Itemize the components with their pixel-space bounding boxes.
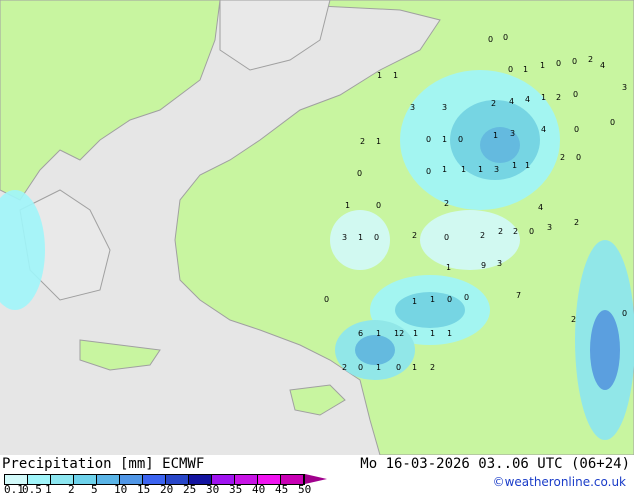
precip-value-label: 1 — [393, 71, 398, 80]
precip-value-label: 1 — [447, 329, 452, 338]
precip-value-label: 3 — [510, 129, 515, 138]
credit-link[interactable]: ©weatheronline.co.uk — [493, 475, 626, 489]
precip-value-label: 1 — [523, 65, 528, 74]
precip-value-label: 0 — [396, 363, 401, 372]
precip-value-label: 0 — [458, 135, 463, 144]
precip-value-label: 9 — [481, 261, 486, 270]
precip-value-label: 0 — [324, 295, 329, 304]
precip-value-label: 0 — [376, 201, 381, 210]
precip-value-label: 1 — [430, 295, 435, 304]
precip-value-label: 7 — [516, 291, 521, 300]
precip-value-label: 0 — [426, 135, 431, 144]
precip-value-label: 6 — [358, 329, 363, 338]
precip-value-label: 3 — [442, 103, 447, 112]
precip-value-label: 0 — [357, 169, 362, 178]
precip-value-label: 1 — [430, 329, 435, 338]
precip-value-label: 4 — [509, 97, 514, 106]
precip-value-label: 2 — [560, 153, 565, 162]
precip-value-label: 3 — [622, 83, 627, 92]
precip-value-label: 1 — [376, 329, 381, 338]
precip-value-label: 0 — [426, 167, 431, 176]
precip-value-label: 0 — [556, 59, 561, 68]
precip-value-label: 2 — [556, 93, 561, 102]
precip-value-label: 2 — [491, 99, 496, 108]
precip-value-label: 1 — [525, 161, 530, 170]
footer: Precipitation [mm] ECMWF Mo 16-03-2026 0… — [0, 455, 634, 496]
precip-value-label: 2 — [360, 137, 365, 146]
precip-value-label: 1 — [493, 131, 498, 140]
precip-value-label: 2 — [444, 199, 449, 208]
precip-value-label: 1 — [461, 165, 466, 174]
precip-value-label: 0 — [444, 233, 449, 242]
precip-value-label: 2 — [412, 231, 417, 240]
precip-value-label: 12 — [394, 329, 404, 338]
precip-value-label: 1 — [413, 329, 418, 338]
precip-value-label: 2 — [513, 227, 518, 236]
precip-value-label: 3 — [547, 223, 552, 232]
valid-time: Mo 16-03-2026 03..06 UTC (06+24) — [360, 456, 630, 472]
precip-value-label: 4 — [525, 95, 530, 104]
precip-value-label: 0 — [573, 90, 578, 99]
precip-value-label: 3 — [342, 233, 347, 242]
map-title: Precipitation [mm] ECMWF — [2, 456, 205, 472]
precip-value-label: 1 — [412, 297, 417, 306]
precip-value-label: 2 — [498, 227, 503, 236]
precip-value-label: 1 — [512, 161, 517, 170]
precip-value-label: 1 — [376, 137, 381, 146]
precip-value-label: 1 — [442, 165, 447, 174]
precip-value-label: 0 — [508, 65, 513, 74]
precip-value-label: 2 — [342, 363, 347, 372]
precip-value-label: 1 — [541, 93, 546, 102]
precip-value-label: 3 — [494, 165, 499, 174]
precip-value-label: 1 — [442, 135, 447, 144]
precip-value-label: 4 — [600, 61, 605, 70]
precip-value-label: 0 — [529, 227, 534, 236]
precip-value-label: 1 — [358, 233, 363, 242]
precip-value-label: 4 — [538, 203, 543, 212]
precip-value-label: 1 — [446, 263, 451, 272]
precip-value-label: 2 — [430, 363, 435, 372]
precip-value-label: 0 — [622, 309, 627, 318]
precip-value-label: 2 — [588, 55, 593, 64]
precip-value-label: 4 — [541, 125, 546, 134]
precip-value-label: 3 — [410, 103, 415, 112]
precip-value-label: 0 — [610, 118, 615, 127]
precip-value-label: 1 — [345, 201, 350, 210]
precipitation-map: 0 01 10 1 1 0 0 2434 4 1 2 023 32 1 0 1 0 1 3 4 000 1 1 1 3 1 102 0… — [0, 0, 634, 455]
precip-value-label: 2 — [480, 231, 485, 240]
precip-value-label: 1 — [377, 71, 382, 80]
precip-value-label: 0 — [374, 233, 379, 242]
precip-value-label: 0 — [488, 35, 493, 44]
precip-value-label: 0 — [574, 125, 579, 134]
precip-value-label: 1 — [478, 165, 483, 174]
precip-value-label: 1 — [412, 363, 417, 372]
precip-value-label: 0 — [576, 153, 581, 162]
precip-value-label: 1 — [376, 363, 381, 372]
precip-value-label: 1 — [540, 61, 545, 70]
precip-value-label: 0 — [447, 295, 452, 304]
precip-value-label: 0 — [572, 57, 577, 66]
precip-value-label: 2 — [574, 218, 579, 227]
precip-value-label: 0 — [358, 363, 363, 372]
precip-value-label: 3 — [497, 259, 502, 268]
precip-value-label: 0 — [464, 293, 469, 302]
precip-value-label: 2 — [571, 315, 576, 324]
precip-value-label: 0 — [503, 33, 508, 42]
